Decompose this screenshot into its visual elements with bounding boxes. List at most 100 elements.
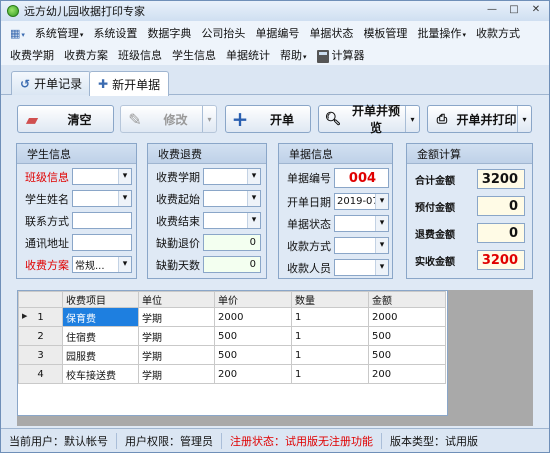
name-row: 学生姓名 [25,190,132,207]
menu-home-icon[interactable]: ▦▾ [5,27,30,40]
student-name-select[interactable] [72,190,132,207]
bill-no-label: 单据编号 [287,172,331,185]
menu-payment-method[interactable]: 收款方式 [471,25,525,41]
menu-bill-stats[interactable]: 单据统计 [221,47,275,63]
item-cell[interactable]: 住宿费 [62,326,139,346]
amount-cell[interactable]: 500 [368,326,446,346]
price-cell[interactable]: 2000 [214,307,292,327]
chevron-down-icon: ▾ [303,53,307,61]
bill-no-row: 单据编号 004 [287,168,389,188]
payee-row: 收款人员 [287,259,389,276]
tab-new-bill[interactable]: ✚ 新开单据 [89,71,170,96]
table-row[interactable]: 3 园服费 学期 500 1 500 [18,345,446,365]
menu-help[interactable]: 帮助▾ [275,47,312,63]
absent-price-label: 缺勤退价 [156,236,200,250]
name-label: 学生姓名 [25,192,69,206]
close-button[interactable]: ✕ [529,4,543,16]
menu-calculator[interactable]: 计算器 [312,47,370,63]
menu-data-dictionary[interactable]: 数据字典 [142,25,196,41]
unit-cell[interactable]: 学期 [138,326,215,346]
price-cell[interactable]: 500 [214,345,292,365]
table-row[interactable]: 4 校车接送费 学期 200 1 200 [18,364,446,384]
panel-title: 收费退费 [148,144,266,164]
menu-label: 系统管理 [34,27,79,40]
qty-cell[interactable]: 1 [291,364,369,384]
menu-bill-number[interactable]: 单据编号 [250,25,304,41]
unit-cell[interactable]: 学期 [138,364,215,384]
fee-plan-select[interactable]: 常规... [72,256,132,273]
total-amount: 3200 [477,169,525,189]
address-field[interactable] [72,234,132,251]
column-header[interactable]: 收费项目 [62,291,139,308]
actual-value: 3200 [481,252,518,268]
menu-template-manage[interactable]: 模板管理 [358,25,412,41]
fee-start-select[interactable] [203,190,261,207]
column-header[interactable]: 单位 [138,291,215,308]
bill-date-value: 2019-07- [337,196,383,207]
menu-class-info[interactable]: 班级信息 [113,47,167,63]
qty-cell[interactable]: 1 [291,345,369,365]
amount-cell[interactable]: 2000 [368,307,446,327]
refund-value: 0 [508,225,518,241]
bill-no-field[interactable]: 004 [334,168,389,188]
menu-batch-ops[interactable]: 批量操作▾ [412,25,471,41]
menu-fee-plan[interactable]: 收费方案 [59,47,113,63]
fee-term-select[interactable] [203,168,261,185]
price-cell[interactable]: 200 [214,364,292,384]
fee-items-table: 收费项目 单位 单价 数量 金额 1 保育费 学期 2000 1 2000 2 [18,291,446,384]
clear-button[interactable]: ▰ 清空 [17,105,114,133]
button-label: 修改 [163,112,188,127]
menu-company-header[interactable]: 公司抬头 [196,25,250,41]
payee-label: 收款人员 [287,261,331,275]
table-row[interactable]: 2 住宿费 学期 500 1 500 [18,326,446,346]
item-cell[interactable]: 保育费 [62,307,139,327]
qty-cell[interactable]: 1 [291,307,369,327]
bill-print-button[interactable]: ⎙ 开单并打印 ▾ [427,105,532,133]
grid-empty-area [17,416,533,426]
minimize-button[interactable]: — [485,4,499,16]
menu-bill-status[interactable]: 单据状态 [304,25,358,41]
unit-cell[interactable]: 学期 [138,345,215,365]
plus-icon: ✚ [98,77,109,91]
menu-label: 批量操作 [417,27,462,40]
prepaid-amount[interactable]: 0 [477,196,525,216]
new-bill-button[interactable]: + 开单 [225,105,311,133]
absent-days-field[interactable]: 0 [203,256,261,273]
calculator-icon [316,49,329,63]
menu-student-info[interactable]: 学生信息 [167,47,221,63]
unit-cell[interactable]: 学期 [138,307,215,327]
contact-label: 联系方式 [25,214,69,228]
maximize-button[interactable]: □ [507,4,521,16]
row-number: 2 [18,326,63,346]
absent-price-field[interactable]: 0 [203,234,261,251]
table-row[interactable]: 1 保育费 学期 2000 1 2000 [18,307,446,327]
menu-fee-term[interactable]: 收费学期 [5,47,59,63]
menu-system-manage[interactable]: 系统管理▾ [30,25,89,41]
title-bar: 远方幼儿园收据打印专家 — □ ✕ [1,1,549,21]
menu-system-settings[interactable]: 系统设置 [88,25,142,41]
button-label: 开单并打印 [456,112,517,127]
column-header[interactable]: 数量 [291,291,369,308]
contact-field[interactable] [72,212,132,229]
tab-bill-records[interactable]: ↺ 开单记录 [11,71,92,95]
amount-cell[interactable]: 500 [368,345,446,365]
item-cell[interactable]: 校车接送费 [62,364,139,384]
menu-row-1: ▦▾ 系统管理▾ 系统设置 数据字典 公司抬头 单据编号 单据状态 模板管理 批… [5,23,525,43]
bill-preview-button[interactable]: 🔍︎ 开单并预览 ▾ [318,104,420,135]
tab-label: 开单记录 [34,77,83,91]
menu-bar: ▦▾ 系统管理▾ 系统设置 数据字典 公司抬头 单据编号 单据状态 模板管理 批… [1,21,549,65]
amount-cell[interactable]: 200 [368,364,446,384]
item-cell[interactable]: 园服费 [62,345,139,365]
bill-date-picker[interactable]: 2019-07- [334,193,389,210]
pay-method-select[interactable] [334,237,389,254]
absent-price-row: 缺勤退价 0 [156,234,261,251]
modify-button[interactable]: ✎ 修改 ▾ [120,105,217,133]
column-header[interactable]: 金额 [368,291,446,308]
class-select[interactable] [72,168,132,185]
bill-status-select[interactable] [334,215,389,232]
payee-select[interactable] [334,259,389,276]
qty-cell[interactable]: 1 [291,326,369,346]
price-cell[interactable]: 500 [214,326,292,346]
fee-end-select[interactable] [203,212,261,229]
column-header[interactable]: 单价 [214,291,292,308]
